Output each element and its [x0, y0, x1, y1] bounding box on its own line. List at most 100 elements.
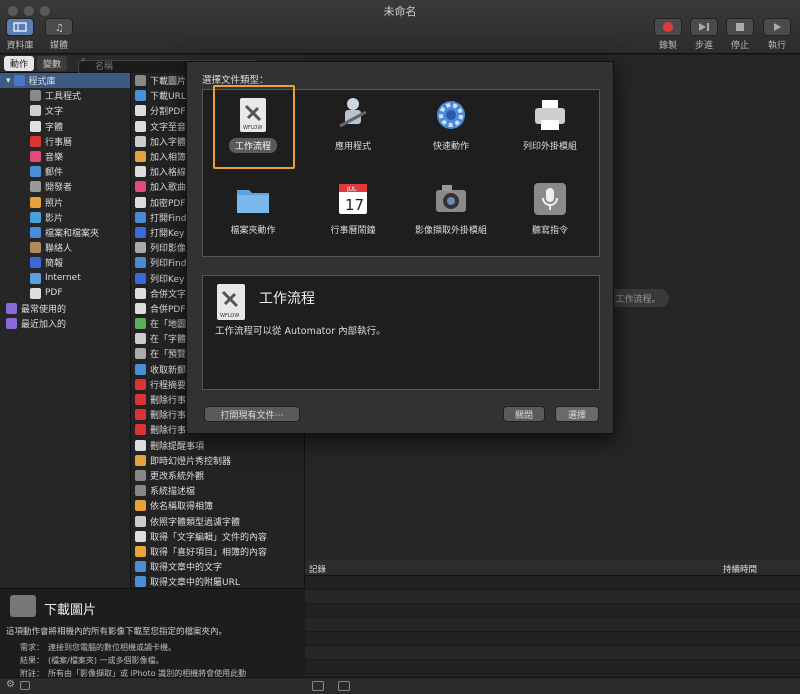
- library-item[interactable]: 檔案和檔案夾: [0, 225, 130, 240]
- library-item[interactable]: 工具程式: [0, 88, 130, 103]
- open-existing-button[interactable]: 打開現有文件⋯: [204, 406, 300, 422]
- action-item-label: 列印影像: [150, 244, 187, 255]
- calendar-day: 17: [345, 196, 364, 214]
- action-icon: [135, 500, 146, 512]
- action-item-label: 打開Key: [150, 228, 185, 239]
- category-icon: [30, 226, 41, 238]
- action-item-label: 列印Key: [150, 274, 185, 285]
- library-item[interactable]: 最常使用的: [0, 301, 130, 316]
- doc-type-application[interactable]: 應用程式: [303, 96, 403, 153]
- workflow-hint: 工作流程。: [607, 289, 669, 307]
- library-item-label: 簡報: [45, 259, 64, 270]
- list-view-icon[interactable]: [312, 681, 324, 691]
- gear-icon[interactable]: ⚙: [6, 679, 15, 690]
- camera-icon: [10, 595, 36, 617]
- action-item-label: 加入格線: [150, 168, 187, 179]
- action-item[interactable]: 依名稱取得相簿: [131, 498, 304, 513]
- action-icon: [135, 378, 146, 390]
- media-button[interactable]: ♫ 媒體: [45, 18, 73, 51]
- doc-type-dictation-command[interactable]: 聽寫指令: [500, 180, 600, 237]
- category-icon: [30, 196, 41, 208]
- library-item[interactable]: ▾ 程式庫: [0, 73, 130, 89]
- action-item-label: 加入字體: [150, 137, 187, 148]
- log-column-header[interactable]: 記錄: [309, 563, 326, 575]
- library-item[interactable]: 聯絡人: [0, 240, 130, 255]
- doc-type-quick-action[interactable]: 快速動作: [401, 96, 501, 153]
- description-toggle-icon[interactable]: [20, 681, 30, 690]
- library-item[interactable]: 影片: [0, 210, 130, 225]
- category-icon: [30, 287, 41, 299]
- step-button[interactable]: 步進: [690, 18, 718, 51]
- window-title: 未命名: [383, 5, 417, 18]
- close-button[interactable]: 關閉: [503, 406, 545, 422]
- library-item[interactable]: 行事曆: [0, 134, 130, 149]
- bottom-bar: ⚙: [0, 677, 800, 694]
- log-row: [305, 576, 800, 590]
- action-item[interactable]: 取得「文字編輯」文件的內容: [131, 529, 304, 544]
- action-icon: [135, 135, 146, 147]
- category-icon: [30, 151, 41, 163]
- choose-button[interactable]: 選擇: [555, 406, 599, 422]
- category-icon: [30, 257, 41, 269]
- library-item[interactable]: 最近加入的: [0, 316, 130, 331]
- library-item-label: Internet: [45, 273, 81, 284]
- action-item[interactable]: 更改系統外觀: [131, 468, 304, 483]
- tab-variables[interactable]: 變數: [37, 56, 68, 71]
- action-icon: [135, 302, 146, 314]
- search-icon: ⌕: [81, 54, 87, 65]
- library-toggle-button[interactable]: 資料庫: [6, 18, 34, 51]
- doc-type-folder-action[interactable]: 檔案夾動作: [203, 180, 303, 237]
- action-icon: [135, 90, 146, 102]
- action-item-label: 收取新郵: [150, 365, 187, 376]
- action-item-label: 依照字體類型過濾字體: [150, 517, 241, 528]
- action-item[interactable]: 即時幻燈片秀控制器: [131, 453, 304, 468]
- library-item[interactable]: 音樂: [0, 149, 130, 164]
- toolbar-label: 資料庫: [6, 41, 34, 51]
- run-button[interactable]: 執行: [763, 18, 791, 51]
- action-item-label: 刪除行事: [150, 426, 187, 437]
- library-item[interactable]: Internet: [0, 270, 130, 285]
- doc-type-image-capture-plugin[interactable]: 影像擷取外掛模組: [401, 180, 501, 237]
- selection-highlight: [213, 85, 295, 169]
- folder-icon: [234, 180, 272, 218]
- category-icon: [30, 90, 41, 102]
- action-item[interactable]: 刪除提醒事項: [131, 438, 304, 453]
- record-icon: [654, 18, 682, 36]
- action-item[interactable]: 依照字體類型過濾字體: [131, 513, 304, 528]
- action-item-label: 系統描述檔: [150, 487, 196, 498]
- library-item[interactable]: 字體: [0, 119, 130, 134]
- stop-button[interactable]: 停止: [726, 18, 754, 51]
- action-item[interactable]: 取得文章中的文字: [131, 559, 304, 574]
- action-item[interactable]: 取得文章中的附屬URL: [131, 574, 304, 588]
- description-row: 需求： 連接到您電腦的數位相機或讀卡機。: [20, 643, 176, 652]
- duration-column-header[interactable]: 持續時間: [723, 563, 757, 575]
- library-item[interactable]: 文字: [0, 103, 130, 118]
- action-item[interactable]: 系統描述檔: [131, 483, 304, 498]
- library-item-label: 程式庫: [28, 77, 56, 88]
- tab-actions[interactable]: 動作: [4, 56, 35, 71]
- description-text: 這項動作會將相機內的所有影像下載至您指定的檔案夾內。: [6, 627, 228, 637]
- action-item-label: 在「地圖: [150, 320, 187, 331]
- library-item[interactable]: 郵件: [0, 164, 130, 179]
- category-icon: [6, 302, 17, 314]
- library-item[interactable]: 開發者: [0, 179, 130, 194]
- library-item[interactable]: PDF: [0, 286, 130, 301]
- action-item-label: 加入相簿: [150, 153, 187, 164]
- action-item-label: 取得「喜好項目」相簿的內容: [150, 547, 268, 558]
- action-item[interactable]: 取得「喜好項目」相簿的內容: [131, 544, 304, 559]
- action-icon: [135, 75, 146, 87]
- sheet-prompt: 選擇文件類型：: [202, 75, 269, 86]
- log-row: [305, 660, 800, 674]
- action-item-label: 刪除行事: [150, 396, 187, 407]
- doc-type-print-plugin[interactable]: 列印外掛模組: [500, 96, 600, 153]
- doc-type-calendar-alarm[interactable]: JUL 17 行事曆鬧鐘: [303, 180, 403, 237]
- toolbar-label: 停止: [730, 41, 749, 51]
- library-item-label: 最近加入的: [21, 320, 67, 331]
- split-view-icon[interactable]: [338, 681, 350, 691]
- library-item-label: 聯絡人: [45, 244, 73, 255]
- library-item[interactable]: 簡報: [0, 255, 130, 270]
- log-table: 記錄 持續時間: [305, 560, 800, 677]
- disclosure-triangle-icon[interactable]: ▾: [6, 76, 11, 86]
- record-button[interactable]: 錄製: [654, 18, 682, 51]
- library-item[interactable]: 照片: [0, 195, 130, 210]
